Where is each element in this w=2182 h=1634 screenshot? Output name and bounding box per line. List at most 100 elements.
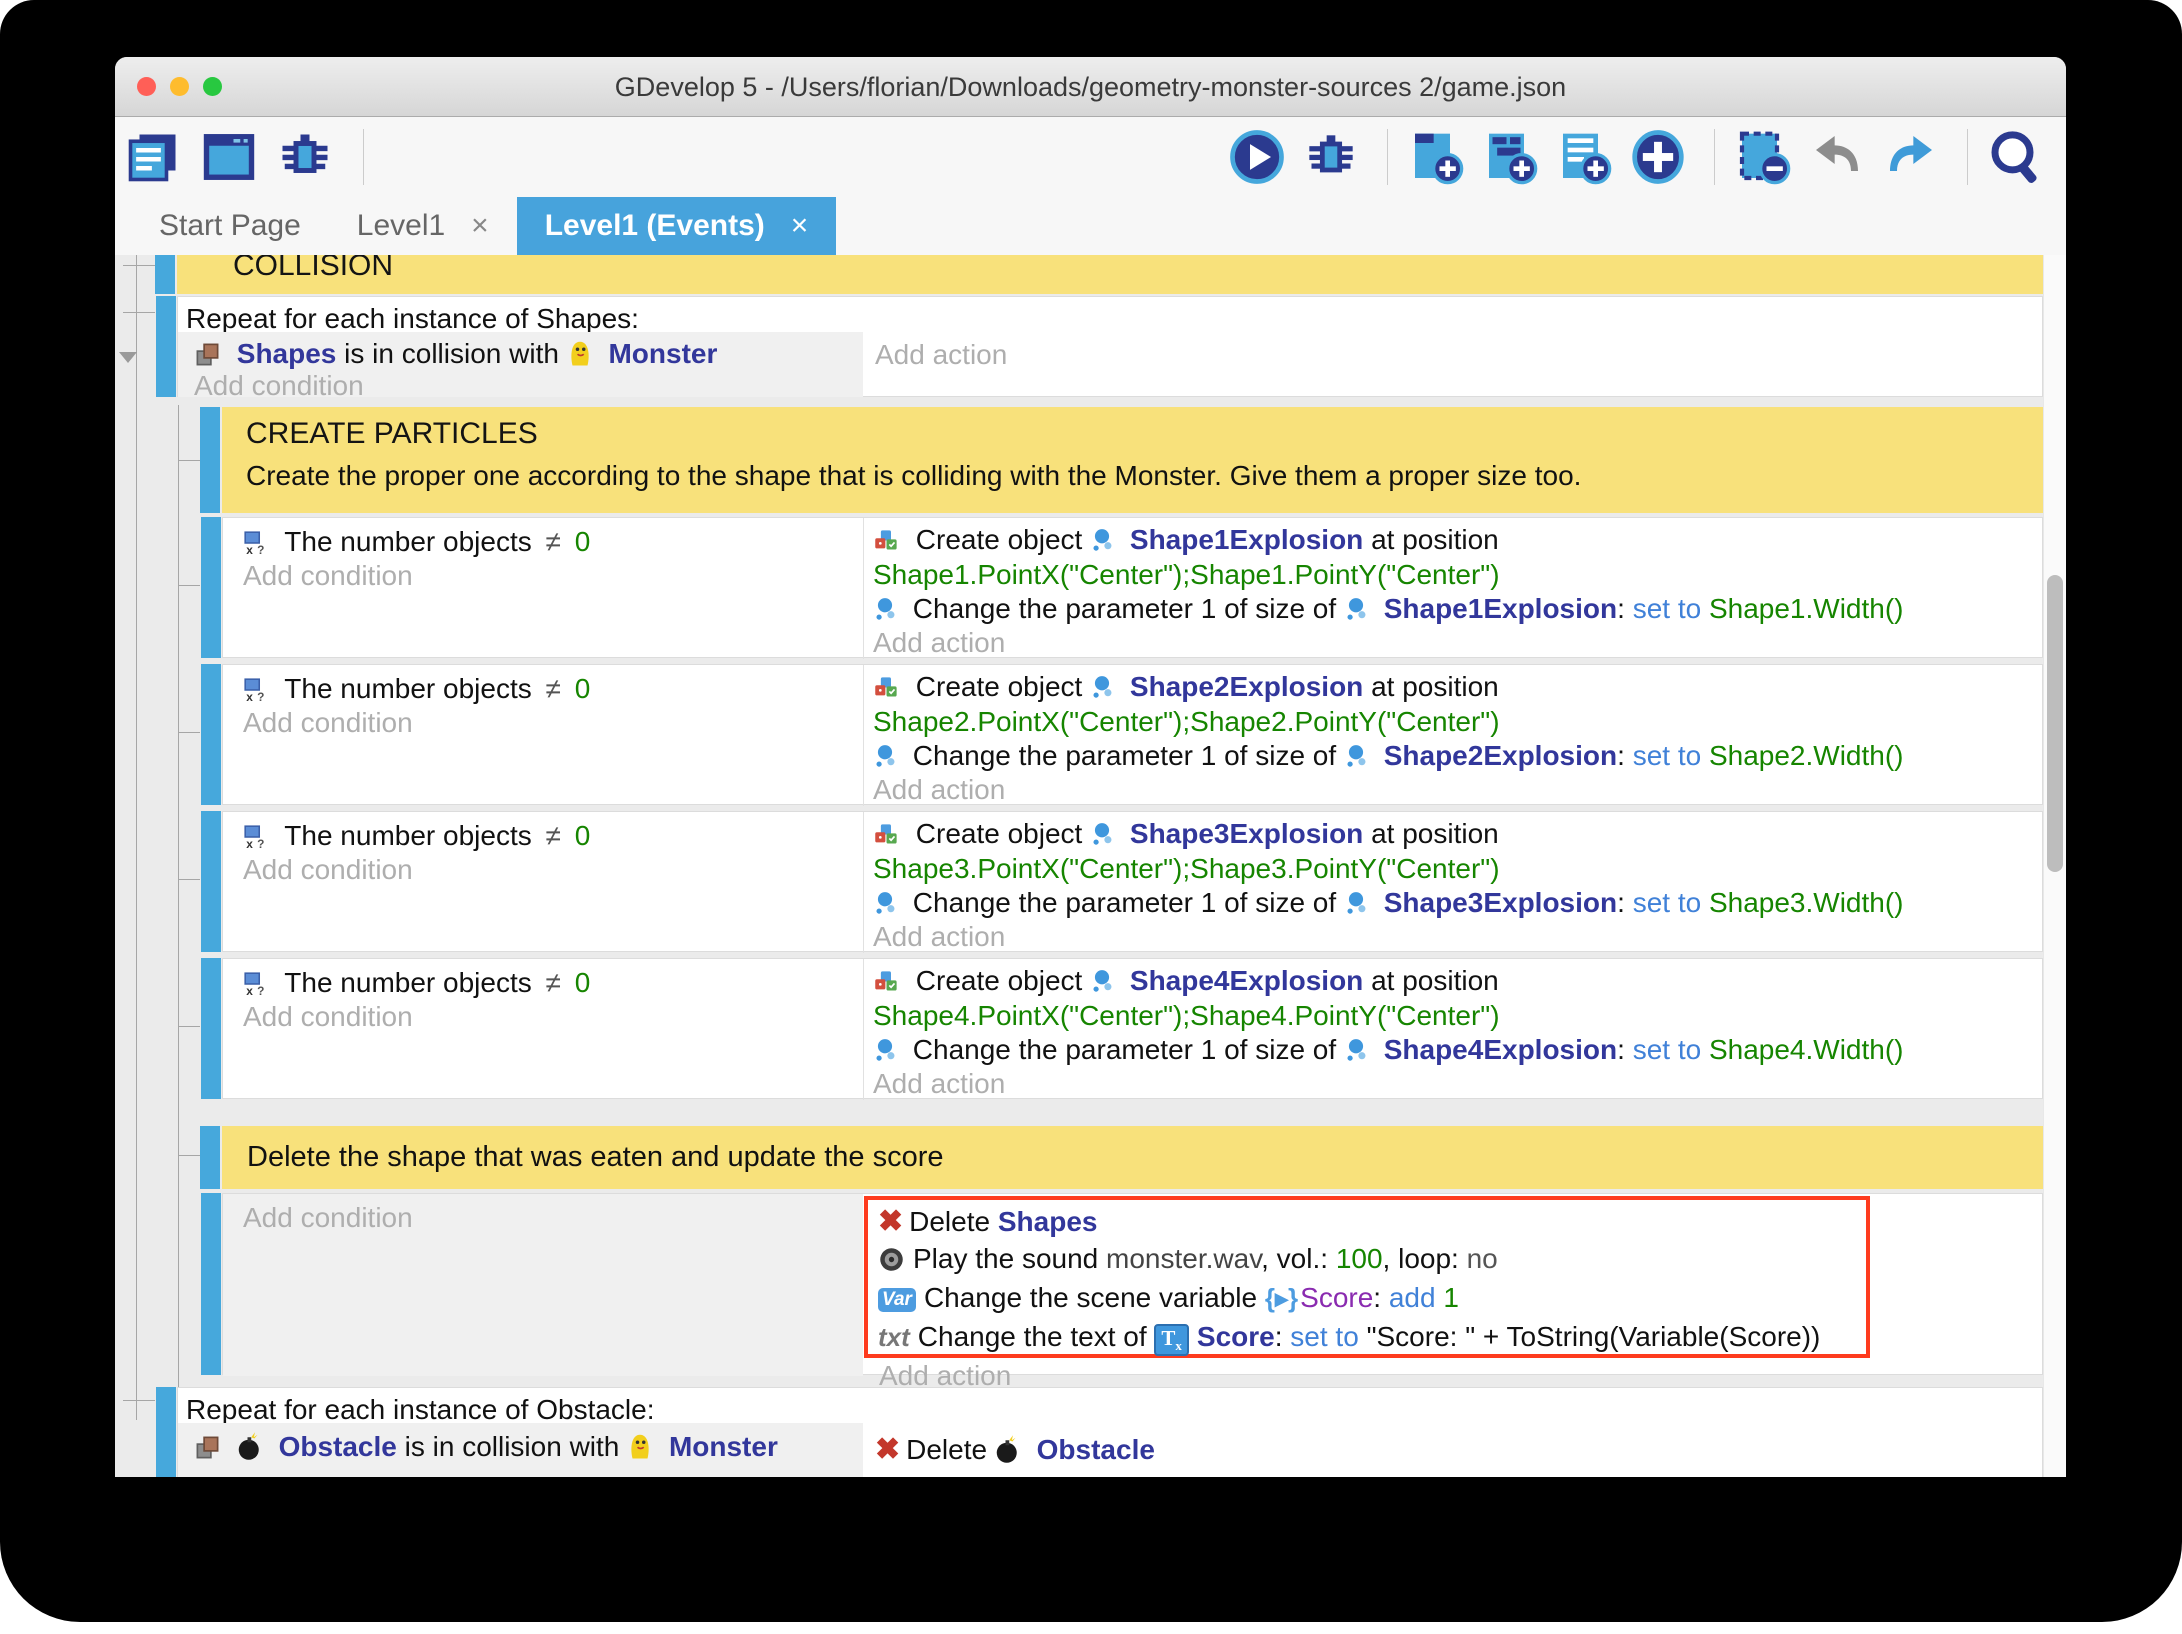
add-condition-button[interactable]: Add condition [243,1202,413,1234]
delete-icon: ✖ [878,1205,903,1238]
collapse-arrow-icon[interactable] [119,352,137,363]
svg-text:?: ? [257,543,264,556]
remove-selection-icon [1735,129,1791,185]
add-circle-icon [1630,129,1686,185]
svg-text:x: x [246,690,253,703]
add-event-icon [1408,129,1464,185]
undo-button[interactable] [1813,129,1869,185]
event-highlight-bar [155,255,175,294]
add-comment-icon [1556,129,1612,185]
selected-actions-highlight[interactable]: ✖Delete Shapes Play the sound monster.wa… [864,1196,1870,1358]
add-circle-button[interactable] [1634,129,1690,185]
comment-delete-score[interactable]: Delete the shape that was eaten and upda… [222,1126,2043,1189]
window-title: GDevelop 5 - /Users/florian/Downloads/ge… [115,72,2066,103]
conditions-cell[interactable]: Add condition [223,1194,863,1376]
svg-text:?: ? [257,690,264,703]
variable-badge-icon: {▸} [1265,1283,1298,1313]
remove-selection-button[interactable] [1739,129,1795,185]
event-highlight-bar [200,407,220,513]
event-shape3[interactable]: x? The number objects ≠ 0 Add condition … [222,811,2043,952]
debugger-button[interactable] [1307,129,1363,185]
create-object-icon [873,968,900,995]
column-divider [863,812,864,953]
particle-object-icon [1344,1038,1368,1064]
tree-tick [178,1155,200,1156]
event-shape2[interactable]: x? The number objects ≠ 0 Add condition … [222,664,2043,805]
object-count-icon: x? [243,824,269,850]
scrollbar-thumb[interactable] [2047,575,2063,872]
add-event-button[interactable] [1412,129,1468,185]
scrollbar-track[interactable] [2043,255,2066,1477]
event-highlight-bar [156,296,176,397]
sound-icon [878,1246,905,1273]
svg-text:x: x [246,837,253,850]
redo-button[interactable] [1887,129,1943,185]
add-condition-button[interactable]: Add condition [194,370,364,402]
title-bar: GDevelop 5 - /Users/florian/Downloads/ge… [115,57,2066,117]
scene-editor-button[interactable] [205,129,261,185]
conditions-cell[interactable]: Shapes is in collision with Monster Add … [178,332,863,397]
particle-object-icon [873,1038,897,1064]
create-object-icon [873,527,900,554]
close-tab-icon[interactable]: × [471,209,489,243]
bomb-object-icon [995,1434,1021,1464]
scene-window-icon [202,130,256,184]
particle-object-icon [873,597,897,623]
add-condition-button[interactable]: Add condition [243,707,413,739]
event-highlight-bar [156,1387,176,1477]
event-score[interactable]: Add condition Add action ✖Delete Shapes … [222,1193,2043,1375]
condition-object: Shapes [237,338,337,369]
comment-text: Delete the shape that was eaten and upda… [247,1141,944,1174]
monster-object-icon [627,1431,653,1461]
shapes-object-icon [194,341,221,368]
tree-line [136,255,137,1420]
add-action-button[interactable]: Add action [875,339,1007,371]
search-icon [1988,129,2044,185]
add-action-button[interactable]: Add action [873,774,1005,806]
particle-object-icon [1090,675,1114,701]
app-window: GDevelop 5 - /Users/florian/Downloads/ge… [115,57,2066,1477]
create-object-icon [873,821,900,848]
add-comment-button[interactable] [1560,129,1616,185]
add-subevent-button[interactable] [1486,129,1542,185]
tab-level1[interactable]: Level1 × [329,197,517,255]
tree-tick [123,312,155,313]
add-action-button[interactable]: Add action [873,1068,1005,1100]
add-condition-button[interactable]: Add condition [243,854,413,886]
tab-level1-events[interactable]: Level1 (Events) × [517,197,837,255]
column-divider [863,518,864,659]
particle-object-icon [1344,597,1368,623]
event-repeat-obstacle[interactable]: Repeat for each instance of Obstacle: Ob… [177,1387,2043,1477]
close-tab-icon[interactable]: × [791,209,809,243]
add-action-button[interactable]: Add action [873,627,1005,659]
svg-text:?: ? [257,984,264,997]
tab-start-page[interactable]: Start Page [131,197,329,255]
comment-body: Create the proper one according to the s… [246,460,1581,492]
add-action-button[interactable]: Add action [873,921,1005,953]
event-shape1[interactable]: x? The number objects ≠ 0 Add condition … [222,517,2043,658]
project-manager-button[interactable] [129,129,185,185]
play-button[interactable] [1233,129,1289,185]
search-button[interactable] [1992,129,2048,185]
comment-collision[interactable]: COLLISION [177,255,2043,294]
object-count-icon: x? [243,677,269,703]
event-shape4[interactable]: x? The number objects ≠ 0 Add condition … [222,958,2043,1099]
event-repeat-shapes[interactable]: Repeat for each instance of Shapes: Shap… [177,296,2043,397]
conditions-cell[interactable]: Obstacle is in collision with Monster [178,1423,863,1477]
text-object-icon: Tx [1154,1324,1189,1356]
bug-icon [1305,131,1357,183]
debugger-button-left[interactable] [281,129,337,185]
add-condition-button[interactable]: Add condition [243,560,413,592]
column-divider [863,959,864,1100]
svg-text:x: x [246,984,253,997]
comment-create-particles[interactable]: CREATE PARTICLES Create the proper one a… [222,407,2043,513]
add-condition-button[interactable]: Add condition [243,1001,413,1033]
events-sheet: COLLISION Repeat for each instance of Sh… [115,255,2066,1477]
particle-object-icon [873,891,897,917]
tree-tick [178,585,200,586]
delete-icon: ✖ [875,1433,900,1466]
tree-tick [178,879,200,880]
tree-line [178,405,179,1400]
main-toolbar [115,117,2066,197]
particle-object-icon [1090,969,1114,995]
